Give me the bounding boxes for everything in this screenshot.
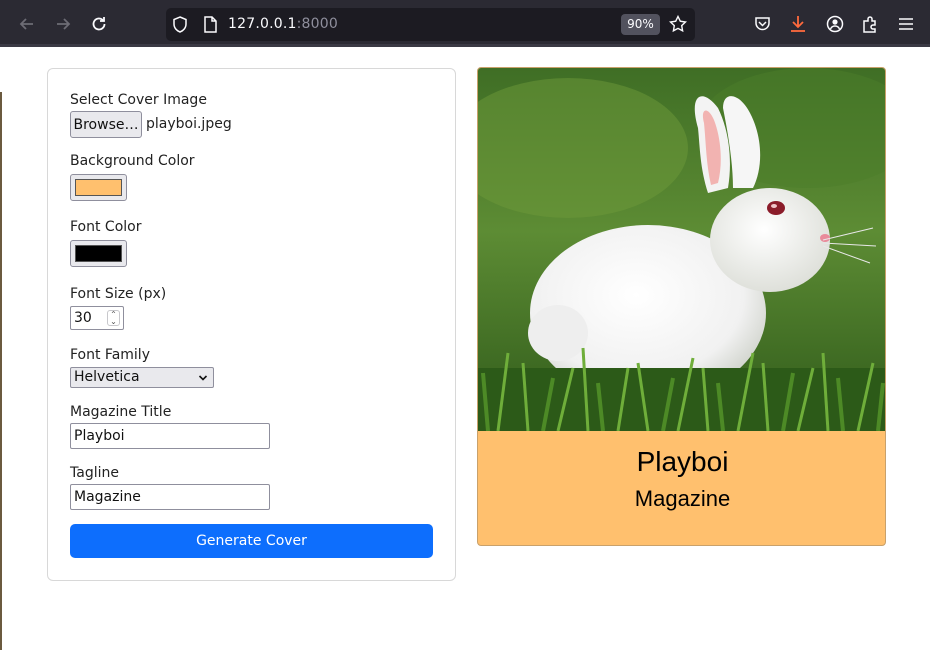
- cover-tagline: Magazine: [634, 486, 731, 511]
- background-color-picker[interactable]: [70, 174, 127, 201]
- toolbar-border: [0, 44, 930, 47]
- font-family-value: Helvetica: [74, 369, 140, 385]
- forward-arrow-icon[interactable]: [51, 12, 75, 36]
- url-host: 127.0.0.1: [228, 16, 297, 32]
- browser-toolbar: 127.0.0.1:8000 90%: [0, 0, 930, 47]
- pocket-icon[interactable]: [750, 12, 774, 36]
- url-text[interactable]: 127.0.0.1:8000: [228, 16, 338, 32]
- generate-cover-button[interactable]: Generate Cover: [70, 524, 433, 558]
- background-color-swatch: [75, 179, 122, 196]
- page-icon: [203, 16, 217, 37]
- font-color-picker[interactable]: [70, 240, 127, 267]
- back-arrow-icon[interactable]: [15, 12, 39, 36]
- window-edge: [0, 92, 2, 650]
- spinner-icon[interactable]: ⌃ ⌄: [107, 310, 120, 326]
- url-bar[interactable]: 127.0.0.1:8000 90%: [166, 8, 695, 41]
- font-family-label: Font Family: [70, 347, 150, 363]
- magazine-title-value: Playboi: [74, 428, 125, 444]
- cover-title: Playboi: [636, 446, 729, 477]
- magazine-title-label: Magazine Title: [70, 404, 172, 420]
- selected-file-name: playboi.jpeg: [146, 116, 232, 132]
- font-size-value: 30: [74, 310, 92, 326]
- url-port: :8000: [296, 16, 338, 32]
- shield-icon[interactable]: [172, 16, 188, 37]
- background-color-label: Background Color: [70, 153, 195, 169]
- cover-image: [478, 68, 885, 431]
- extensions-icon[interactable]: [858, 12, 882, 36]
- browse-button[interactable]: Browse…: [70, 111, 142, 138]
- cover-form-card: Select Cover Image Browse… playboi.jpeg …: [47, 68, 456, 581]
- magazine-title-input[interactable]: Playboi: [70, 423, 270, 449]
- tagline-label: Tagline: [70, 465, 119, 481]
- zoom-level-badge[interactable]: 90%: [621, 14, 660, 35]
- download-icon[interactable]: [786, 12, 810, 36]
- chevron-down-icon: [198, 368, 208, 393]
- tagline-input[interactable]: Magazine: [70, 484, 270, 510]
- font-color-swatch: [75, 245, 122, 262]
- font-color-label: Font Color: [70, 219, 142, 235]
- star-icon[interactable]: [668, 14, 688, 37]
- font-size-label: Font Size (px): [70, 286, 167, 302]
- account-icon[interactable]: [823, 12, 847, 36]
- cover-image-label: Select Cover Image: [70, 92, 207, 108]
- tagline-value: Magazine: [74, 489, 141, 505]
- menu-icon[interactable]: [894, 12, 918, 36]
- font-size-input[interactable]: 30 ⌃ ⌄: [70, 306, 124, 330]
- reload-icon[interactable]: [87, 12, 111, 36]
- font-family-select[interactable]: Helvetica: [70, 367, 214, 388]
- cover-preview: Playboi Magazine: [477, 67, 886, 546]
